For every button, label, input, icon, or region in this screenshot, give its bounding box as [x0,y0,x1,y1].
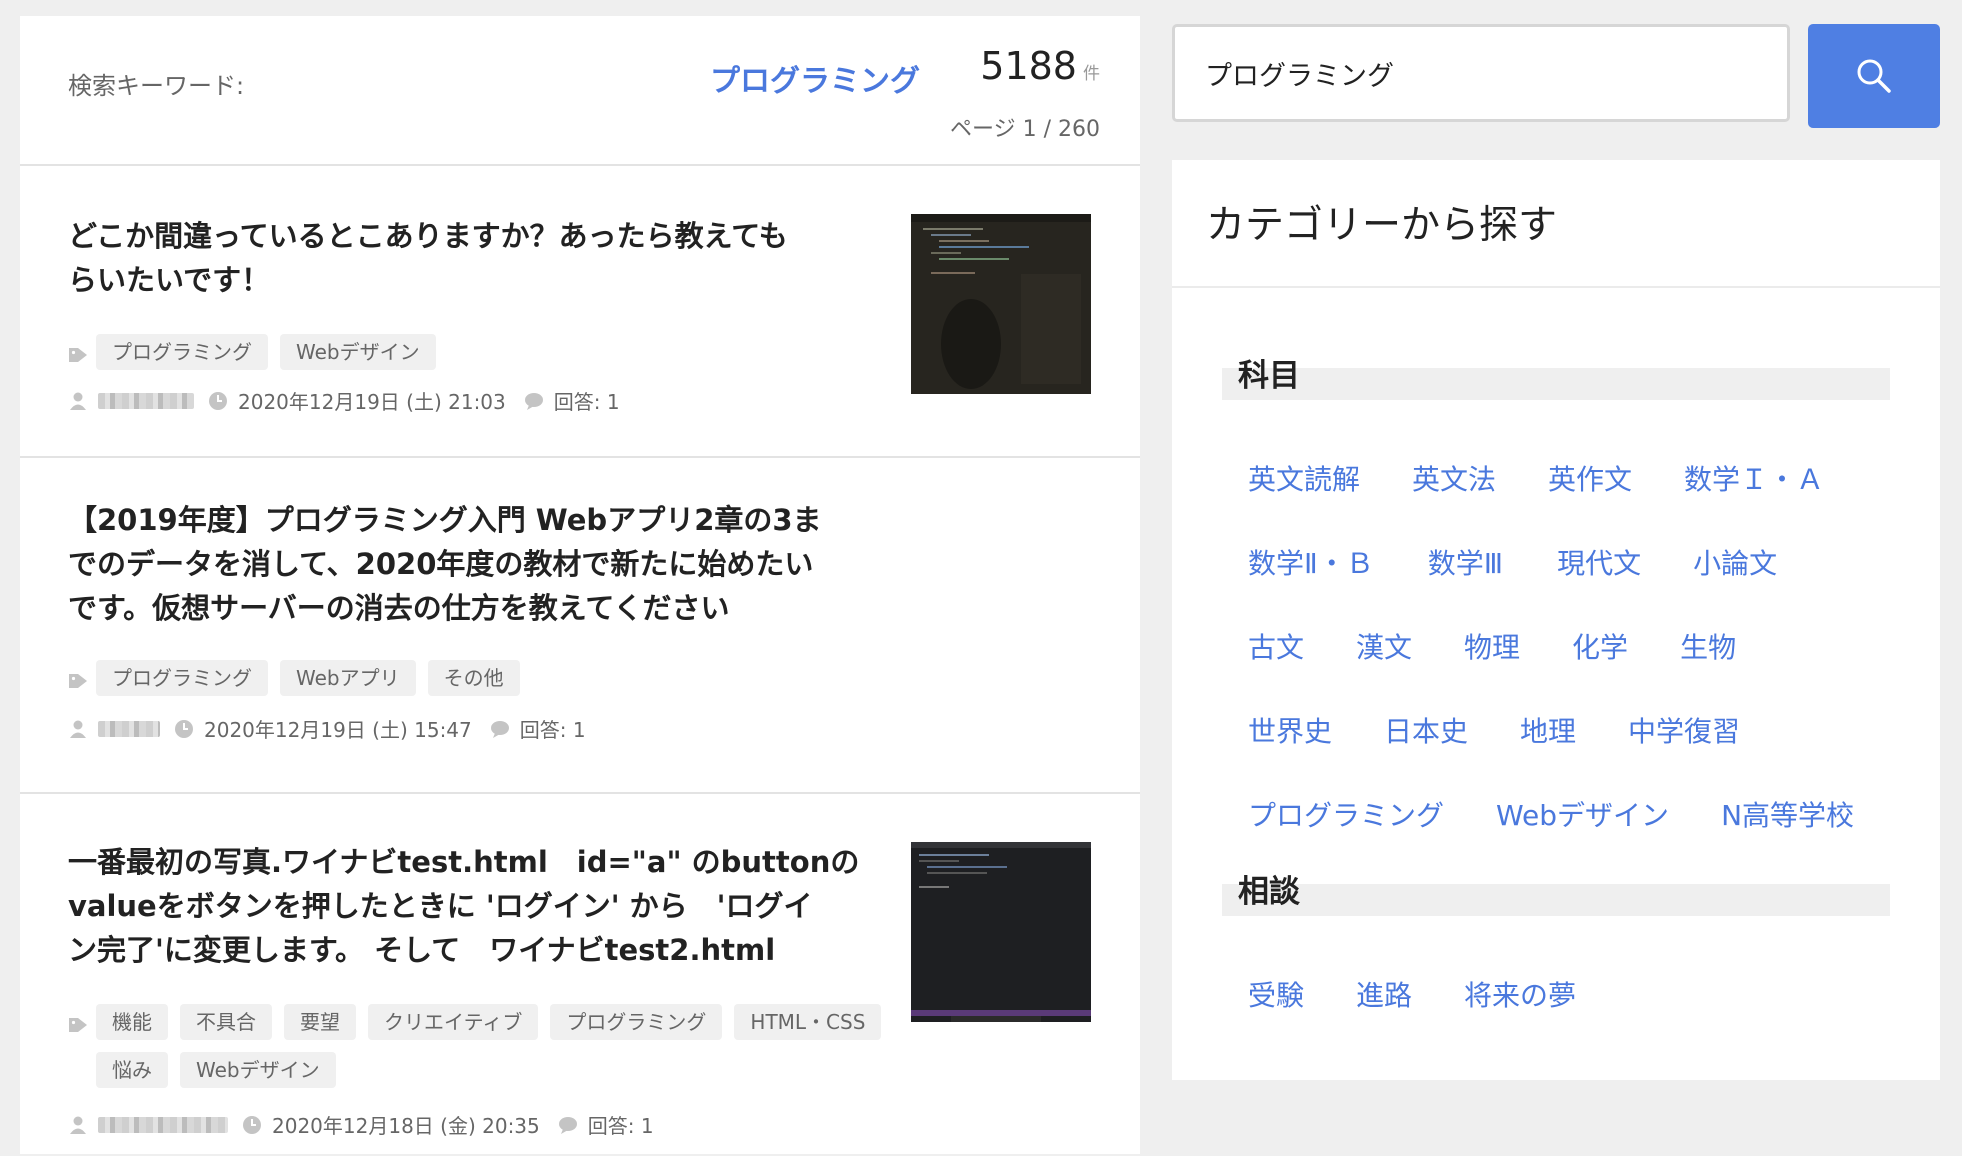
category-row: 世界史 日本史 地理 中学復習 [1248,710,1740,750]
comment-icon [558,1116,577,1134]
tag[interactable]: 不具合 [180,1004,272,1040]
page-indicator: ページ 1 / 260 [950,117,1100,142]
divider [1172,286,1940,288]
category-link[interactable]: 現代文 [1557,542,1641,582]
author-name-blurred [98,1116,228,1133]
post-thumbnail[interactable] [911,842,1091,1022]
category-row: 古文 漢文 物理 化学 生物 [1248,626,1736,666]
post-meta: 2020年12月19日 (土) 21:03 回答: 1 [68,386,620,415]
category-link[interactable]: N高等学校 [1721,794,1854,834]
category-link[interactable]: 小論文 [1693,542,1777,582]
search-icon [1857,59,1891,93]
tag[interactable]: プログラミング [96,660,268,696]
post-datetime: 2020年12月18日 (金) 20:35 [272,1114,540,1138]
group-heading-bar [1222,368,1890,400]
post-meta: 2020年12月19日 (土) 15:47 回答: 1 [68,714,586,743]
answer-count: 回答: 1 [553,390,620,414]
category-panel-title: カテゴリーから探す [1206,203,1558,248]
tag-icon [69,674,87,688]
result-count: 5188 件 [980,44,1100,88]
tag[interactable]: クリエイティブ [368,1004,539,1040]
category-link[interactable]: 数学Ⅱ・Ｂ [1248,542,1374,582]
author-name-blurred [98,392,194,409]
answer-count: 回答: 1 [519,718,586,742]
comment-icon [524,392,543,410]
category-link[interactable]: プログラミング [1248,794,1444,834]
code-screenshot-image [911,214,1091,394]
category-link[interactable]: 数学Ｉ・Ａ [1684,458,1824,498]
code-screenshot-image [911,842,1091,1022]
category-link[interactable]: 受験 [1248,974,1304,1014]
search-input[interactable] [1172,24,1790,122]
tag[interactable]: HTML・CSS [734,1004,882,1040]
category-link[interactable]: 英文法 [1412,458,1496,498]
category-row: 受験 進路 将来の夢 [1248,974,1576,1014]
search-button[interactable] [1808,24,1940,128]
post-datetime: 2020年12月19日 (土) 15:47 [204,718,472,742]
keyword-value: プログラミング [710,64,920,99]
user-icon [70,720,86,738]
tag[interactable]: プログラミング [550,1004,723,1040]
category-group-heading: 相談 [1222,874,1890,916]
tag[interactable]: プログラミング [96,334,268,370]
tag[interactable]: 機能 [96,1004,168,1040]
category-link[interactable]: 化学 [1572,626,1628,666]
post-datetime: 2020年12月19日 (土) 21:03 [238,390,506,414]
category-link[interactable]: 英文読解 [1248,458,1360,498]
category-panel: カテゴリーから探す 科目 英文読解 英文法 英作文 数学Ｉ・Ａ 数学Ⅱ・Ｂ 数学… [1172,160,1940,1080]
category-link[interactable]: 地理 [1520,710,1576,750]
answer-count: 回答: 1 [587,1114,654,1138]
post-title[interactable]: 一番最初の写真.ワイナビtest.html id="a" のbuttonの va… [68,840,898,972]
category-link[interactable]: 日本史 [1384,710,1468,750]
category-link[interactable]: 英作文 [1548,458,1632,498]
category-link[interactable]: 古文 [1248,626,1304,666]
clock-icon [175,719,193,738]
category-link[interactable]: 将来の夢 [1464,974,1576,1014]
group-heading-bar [1222,884,1890,916]
post-tags: プログラミング Webデザイン [68,334,898,370]
tag[interactable]: 要望 [284,1004,356,1040]
clock-icon [243,1115,261,1134]
post-tags: 機能 不具合 要望 クリエイティブ プログラミング HTML・CSS 悩み We… [68,1004,898,1088]
category-row: 英文読解 英文法 英作文 数学Ｉ・Ａ [1248,458,1824,498]
result-count-unit: 件 [1083,64,1100,84]
tag[interactable]: Webデザイン [280,334,436,370]
category-link[interactable]: 進路 [1356,974,1412,1014]
comment-icon [490,720,509,738]
result-count-number: 5188 [980,44,1077,88]
category-link[interactable]: 世界史 [1248,710,1332,750]
category-link[interactable]: 生物 [1680,626,1736,666]
search-summary: 検索キーワード: プログラミング 5188 件 ページ 1 / 260 [20,16,1140,166]
post-title[interactable]: どこか間違っているとこありますか？あったら教えても らいたいです！ [68,214,898,302]
tag[interactable]: その他 [427,660,520,696]
tag[interactable]: 悩み [96,1052,168,1088]
results-panel: 検索キーワード: プログラミング 5188 件 ページ 1 / 260 どこか間違… [20,16,1140,1154]
category-row: 数学Ⅱ・Ｂ 数学Ⅲ 現代文 小論文 [1248,542,1777,582]
post-item[interactable]: どこか間違っているとこありますか？あったら教えても らいたいです！ プログラミン… [20,166,1140,458]
category-link[interactable]: 漢文 [1356,626,1412,666]
tag[interactable]: Webアプリ [280,660,416,696]
group-heading-label: 科目 [1238,358,1300,394]
post-item[interactable]: 【2019年度】プログラミング入門 Webアプリ2章の3ま でのデータを消して、… [20,458,1140,794]
user-icon [70,1116,86,1134]
post-meta: 2020年12月18日 (金) 20:35 回答: 1 [68,1110,654,1139]
category-link[interactable]: 物理 [1464,626,1520,666]
post-thumbnail[interactable] [911,214,1091,394]
tag[interactable]: Webデザイン [180,1052,336,1088]
clock-icon [209,391,227,410]
tag-icon [69,1018,87,1032]
keyword-label: 検索キーワード: [68,72,245,100]
user-icon [70,392,86,410]
post-tags: プログラミング Webアプリ その他 [68,660,898,696]
category-row: プログラミング Webデザイン N高等学校 [1248,794,1854,834]
group-heading-label: 相談 [1238,874,1300,910]
post-title[interactable]: 【2019年度】プログラミング入門 Webアプリ2章の3ま でのデータを消して、… [68,498,898,630]
category-link[interactable]: Webデザイン [1496,794,1669,834]
category-link[interactable]: 数学Ⅲ [1428,542,1503,582]
category-group-heading: 科目 [1222,358,1890,400]
author-name-blurred [98,720,160,737]
tag-icon [69,348,87,362]
category-link[interactable]: 中学復習 [1628,710,1740,750]
post-item[interactable]: 一番最初の写真.ワイナビtest.html id="a" のbuttonの va… [20,794,1140,1156]
